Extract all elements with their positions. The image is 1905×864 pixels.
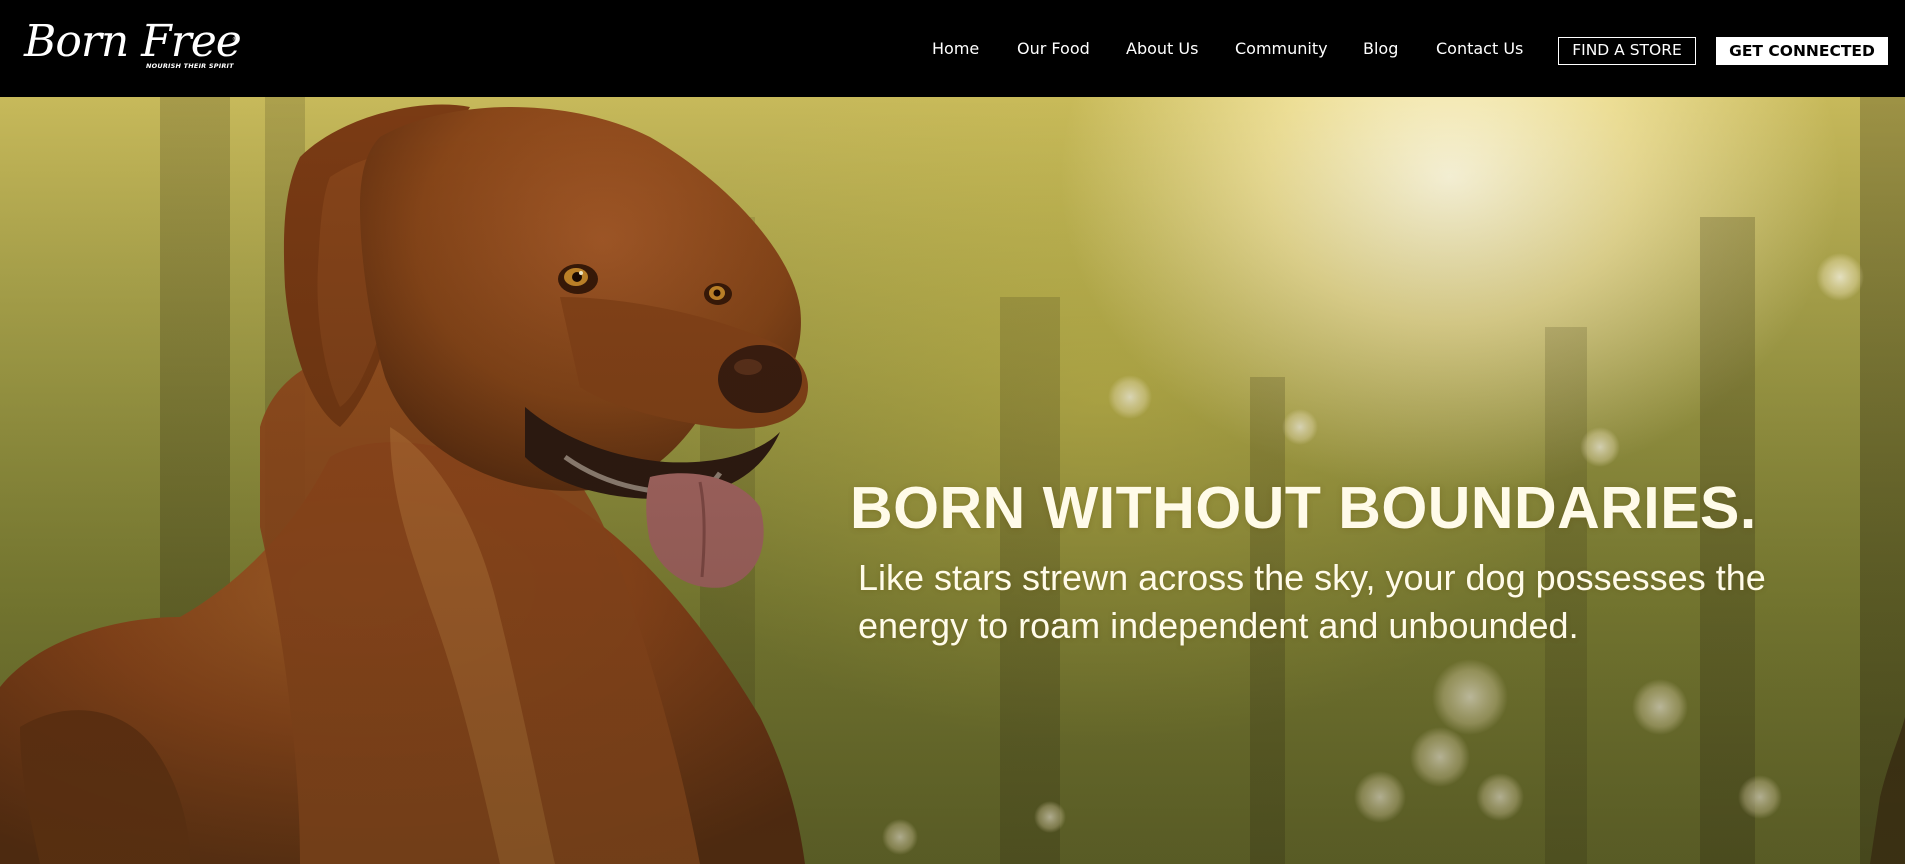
nav-about-us[interactable]: About Us (1126, 38, 1198, 60)
logo-wordmark: Born Free (24, 16, 242, 67)
page: Born Free ® NOURISH THEIR SPIRIT Home Ou… (0, 0, 1905, 864)
find-a-store-button[interactable]: FIND A STORE (1558, 37, 1696, 65)
hero-subtitle: Like stars strewn across the sky, your d… (858, 557, 1766, 646)
hero-title: BORN WITHOUT BOUNDARIES. (850, 475, 1757, 541)
nav-community[interactable]: Community (1235, 38, 1328, 60)
logo-tagline: NOURISH THEIR SPIRIT (146, 62, 234, 70)
hero-banner: BORN WITHOUT BOUNDARIES. Like stars stre… (0, 97, 1905, 864)
get-connected-button[interactable]: GET CONNECTED (1716, 37, 1888, 65)
site-header: Born Free ® NOURISH THEIR SPIRIT Home Ou… (0, 0, 1905, 97)
logo-registered-mark: ® (232, 36, 238, 43)
nav-contact-us[interactable]: Contact Us (1436, 38, 1523, 60)
nav-home[interactable]: Home (932, 38, 979, 60)
nav-blog[interactable]: Blog (1363, 38, 1398, 60)
nav-our-food[interactable]: Our Food (1017, 38, 1090, 60)
born-free-logo[interactable]: Born Free ® NOURISH THEIR SPIRIT (24, 18, 242, 74)
